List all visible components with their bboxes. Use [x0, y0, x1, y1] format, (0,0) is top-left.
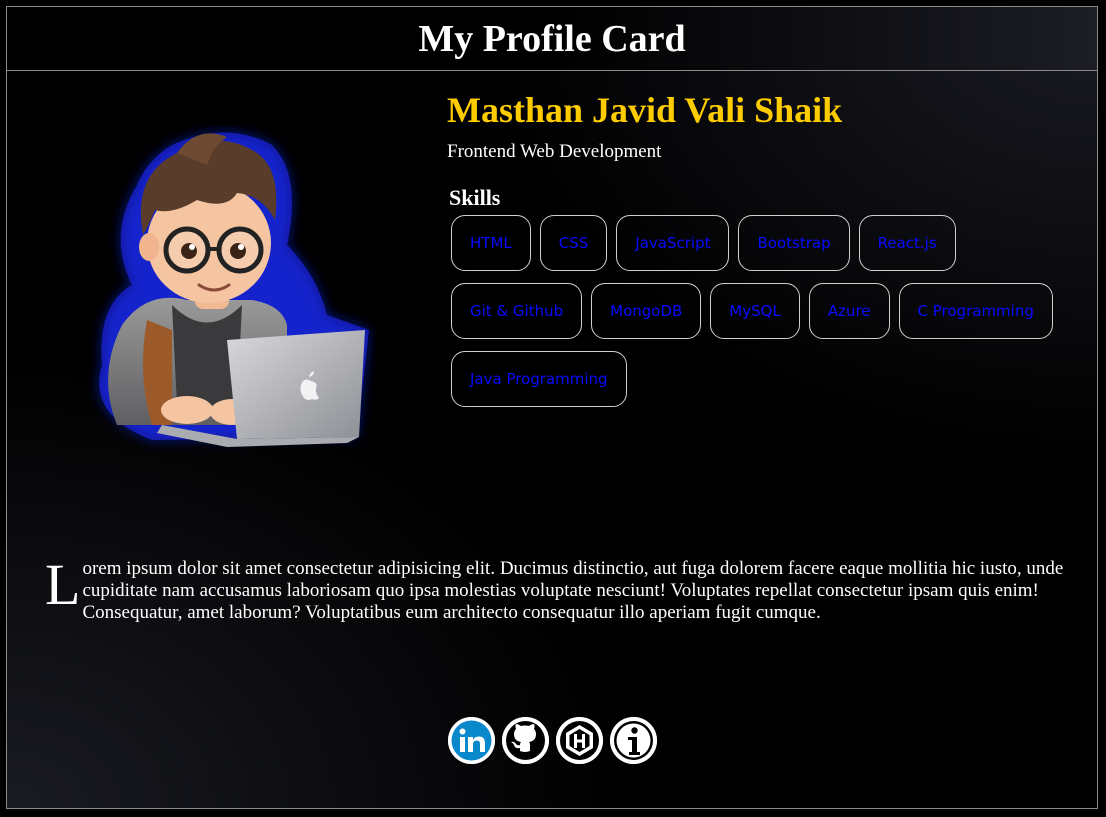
page-title: My Profile Card [418, 17, 686, 60]
skill-chip[interactable]: Git & Github [451, 283, 583, 339]
skill-chip[interactable]: HTML [451, 215, 531, 271]
skill-chip[interactable]: Azure [808, 283, 890, 339]
profile-role: Frontend Web Development [447, 141, 662, 162]
skill-chip[interactable]: MongoDB [591, 283, 702, 339]
info-icon[interactable] [610, 717, 657, 764]
skill-chip[interactable]: JavaScript [616, 215, 730, 271]
skills-heading: Skills [449, 185, 501, 210]
profile-card: My Profile Card Masthan Javid Vali Shaik… [6, 6, 1098, 809]
social-links [448, 717, 657, 764]
skill-chip[interactable]: React.js [858, 215, 956, 271]
github-icon[interactable] [502, 717, 549, 764]
header: My Profile Card [7, 7, 1097, 71]
profile-bio: Lorem ipsum dolor sit amet consectetur a… [45, 552, 1065, 624]
developer-avatar-illustration [99, 132, 369, 447]
skill-chip[interactable]: MySQL [710, 283, 800, 339]
skill-chip[interactable]: Bootstrap [738, 215, 850, 271]
profile-info: Masthan Javid Vali Shaik Frontend Web De… [447, 87, 1087, 407]
profile-name: Masthan Javid Vali Shaik [447, 90, 843, 130]
bio-text: orem ipsum dolor sit amet consectetur ad… [82, 558, 1064, 623]
skill-chip[interactable]: CSS [539, 215, 608, 271]
hashnode-icon[interactable] [556, 717, 603, 764]
skill-chip[interactable]: Java Programming [451, 351, 627, 407]
skill-chip[interactable]: C Programming [898, 283, 1053, 339]
bio-dropcap: L [45, 552, 81, 617]
skills-list: HTML CSS JavaScript Bootstrap React.js G… [451, 215, 1081, 407]
linkedin-icon[interactable] [448, 717, 495, 764]
